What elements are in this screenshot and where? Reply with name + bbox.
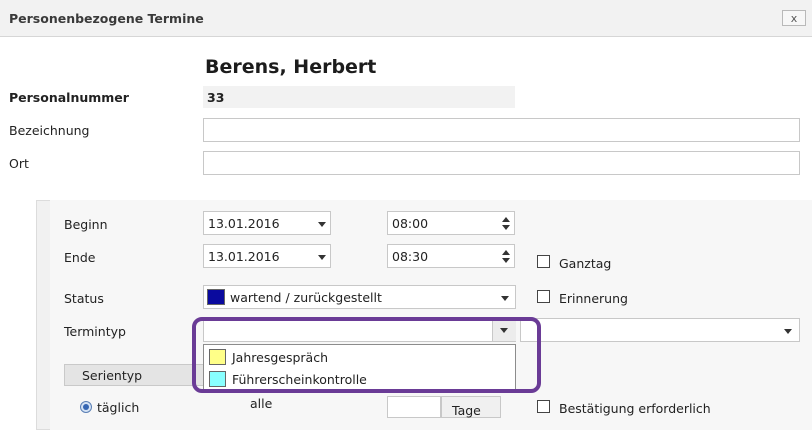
radio-selected-dot xyxy=(83,404,89,410)
tage-label: Tage xyxy=(452,403,481,418)
bezeichnung-input[interactable] xyxy=(203,118,800,142)
beginn-label: Beginn xyxy=(64,217,108,232)
spin-up-icon[interactable] xyxy=(502,217,510,222)
ende-label: Ende xyxy=(64,250,96,265)
status-color-swatch xyxy=(207,289,225,305)
taeglich-label: täglich xyxy=(97,400,140,415)
beginn-date-picker[interactable]: 13.01.2016 xyxy=(203,211,331,235)
spin-up-icon[interactable] xyxy=(502,250,510,255)
alle-label: alle xyxy=(250,396,273,411)
ganztag-label: Ganztag xyxy=(559,256,612,271)
beginn-time-spinner[interactable]: 08:00 xyxy=(387,211,515,235)
status-select[interactable]: wartend / zurückgestellt xyxy=(203,285,516,309)
personalnummer-field: 33 xyxy=(203,86,515,108)
ende-time-spinner[interactable]: 08:30 xyxy=(387,244,515,268)
interval-input[interactable] xyxy=(387,396,441,418)
window-title: Personenbezogene Termine xyxy=(9,11,204,26)
spin-down-icon[interactable] xyxy=(502,258,510,263)
annotation-highlight xyxy=(192,317,541,393)
taeglich-radio[interactable] xyxy=(80,401,92,413)
chevron-down-icon[interactable] xyxy=(784,329,792,334)
person-name: Berens, Herbert xyxy=(205,56,377,78)
status-value: wartend / zurückgestellt xyxy=(230,290,382,305)
personalnummer-label: Personalnummer xyxy=(9,90,129,105)
beginn-date-value: 13.01.2016 xyxy=(208,216,280,231)
personalnummer-value: 33 xyxy=(207,90,225,105)
ende-date-value: 13.01.2016 xyxy=(208,249,280,264)
termintyp-label: Termintyp xyxy=(64,324,126,339)
bezeichnung-label: Bezeichnung xyxy=(9,123,90,138)
bestaetigung-checkbox[interactable] xyxy=(537,400,550,413)
status-label: Status xyxy=(64,291,104,306)
ort-label: Ort xyxy=(9,156,29,171)
ganztag-checkbox[interactable] xyxy=(537,255,550,268)
erinnerung-label: Erinnerung xyxy=(559,291,628,306)
ort-input[interactable] xyxy=(203,151,800,175)
close-button[interactable]: x xyxy=(782,10,806,26)
chevron-down-icon[interactable] xyxy=(501,296,509,301)
serientyp-label: Serientyp xyxy=(82,368,143,383)
chevron-down-icon[interactable] xyxy=(318,255,326,260)
erinnerung-checkbox[interactable] xyxy=(537,290,550,303)
ende-date-picker[interactable]: 13.01.2016 xyxy=(203,244,331,268)
ende-time-value: 08:30 xyxy=(392,249,429,264)
termintyp-secondary-select[interactable] xyxy=(520,318,800,342)
chevron-down-icon[interactable] xyxy=(318,222,326,227)
serientyp-group-header: Serientyp xyxy=(64,364,212,386)
beginn-time-value: 08:00 xyxy=(392,216,429,231)
tage-box: Tage xyxy=(441,396,501,418)
spin-down-icon[interactable] xyxy=(502,225,510,230)
